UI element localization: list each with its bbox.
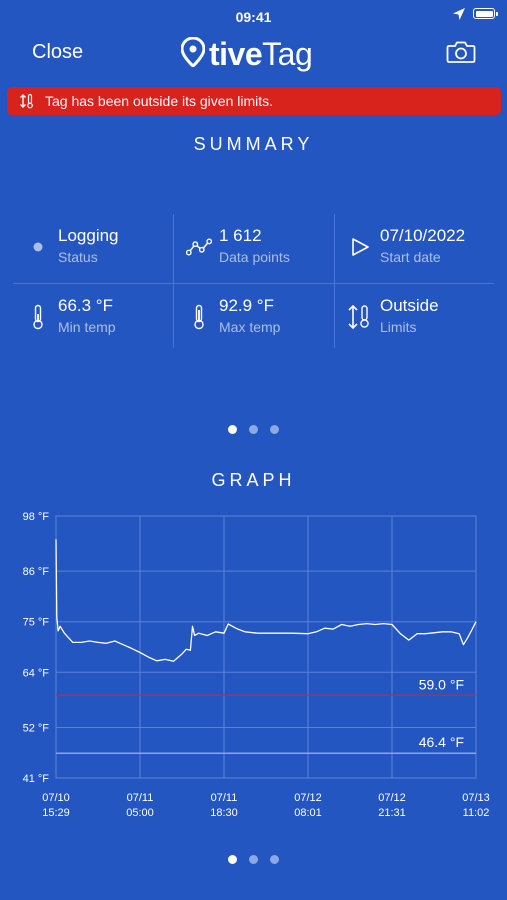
x-tick-time: 21:31 [378, 807, 406, 819]
camera-button[interactable] [446, 40, 476, 69]
tive-tag-logo: tiveTag [180, 34, 313, 74]
summary-grid: Logging Status 1 612 Data points 07/10/2… [13, 214, 494, 348]
summary-max-temp: 92.9 °F Max temp [174, 284, 334, 350]
max-temp-value: 92.9 °F [219, 296, 274, 315]
data-points-icon [186, 234, 212, 260]
min-temp-value: 66.3 °F [58, 296, 113, 315]
y-tick-label: 75 °F [23, 617, 50, 629]
x-tick-date: 07/11 [211, 792, 238, 804]
y-tick-label: 64 °F [23, 667, 50, 679]
location-arrow-icon [452, 7, 466, 26]
nav-bar: Close tiveTag [0, 30, 507, 80]
status-label: Status [58, 249, 98, 265]
y-tick-label: 41 °F [23, 773, 50, 785]
page-dot[interactable] [270, 425, 279, 434]
page-dot[interactable] [249, 425, 258, 434]
y-tick-label: 98 °F [23, 511, 50, 523]
x-tick-date: 07/12 [378, 792, 406, 804]
summary-status: Logging Status [13, 214, 173, 280]
summary-page-indicator[interactable] [0, 425, 507, 434]
data-points-value: 1 612 [219, 226, 262, 245]
x-tick-date: 07/11 [127, 792, 154, 804]
summary-limits: Outside Limits [335, 284, 495, 350]
max-temp-label: Max temp [219, 319, 281, 335]
x-tick-time: 15:29 [42, 807, 70, 819]
summary-min-temp: 66.3 °F Min temp [13, 284, 173, 350]
page-dot[interactable] [249, 855, 258, 864]
page-dot[interactable] [228, 855, 237, 864]
camera-icon [446, 41, 476, 68]
summary-start-date: 07/10/2022 Start date [335, 214, 495, 280]
y-tick-label: 86 °F [23, 566, 50, 578]
limit-label: 59.0 °F [419, 676, 464, 692]
x-tick-time: 08:01 [294, 807, 322, 819]
data-points-label: Data points [219, 249, 290, 265]
plot-frame [55, 515, 477, 779]
status-time: 09:41 [235, 9, 272, 25]
y-tick-label: 52 °F [23, 722, 50, 734]
status-value: Logging [58, 226, 119, 245]
x-tick-time: 05:00 [126, 807, 154, 819]
logo-text: tiveTag [209, 35, 313, 73]
logo-tive: tive [209, 35, 263, 72]
close-button[interactable]: Close [32, 41, 83, 64]
x-tick-time: 11:02 [463, 807, 490, 819]
limit-label: 46.4 °F [419, 734, 464, 750]
graph-title: GRAPH [211, 470, 296, 490]
page-dot[interactable] [270, 855, 279, 864]
summary-title: SUMMARY [193, 134, 314, 154]
min-temp-label: Min temp [58, 319, 116, 335]
temperature-line [55, 539, 477, 662]
alert-text: Tag has been outside its given limits. [45, 93, 274, 109]
logo-tag: Tag [262, 35, 313, 72]
play-icon [347, 234, 373, 260]
temperature-chart[interactable]: 98 °F 86 °F 75 °F 64 °F 52 °F 41 °F 07/10 15:29… [0, 500, 507, 830]
limits-label: Limits [380, 319, 417, 335]
x-tick-date: 07/10 [42, 792, 70, 804]
status-dot-icon [25, 234, 51, 260]
limits-arrows-icon [347, 304, 373, 330]
start-date-label: Start date [380, 249, 441, 265]
x-tick-date: 07/12 [294, 792, 322, 804]
x-tick-date: 07/13 [462, 792, 490, 804]
location-pin-icon [180, 35, 206, 72]
status-bar: 09:41 [0, 0, 507, 30]
limits-value: Outside [380, 296, 439, 315]
start-date-value: 07/10/2022 [380, 226, 466, 245]
thermometer-icon [186, 304, 212, 330]
limits-warning-icon [19, 93, 35, 109]
graph-page-indicator[interactable] [0, 855, 507, 864]
summary-data-points: 1 612 Data points [174, 214, 334, 280]
x-tick-time: 18:30 [210, 807, 238, 819]
thermometer-icon [25, 304, 51, 330]
battery-icon [473, 8, 498, 19]
limits-alert-banner[interactable]: Tag has been outside its given limits. [7, 87, 501, 115]
page-dot[interactable] [228, 425, 237, 434]
